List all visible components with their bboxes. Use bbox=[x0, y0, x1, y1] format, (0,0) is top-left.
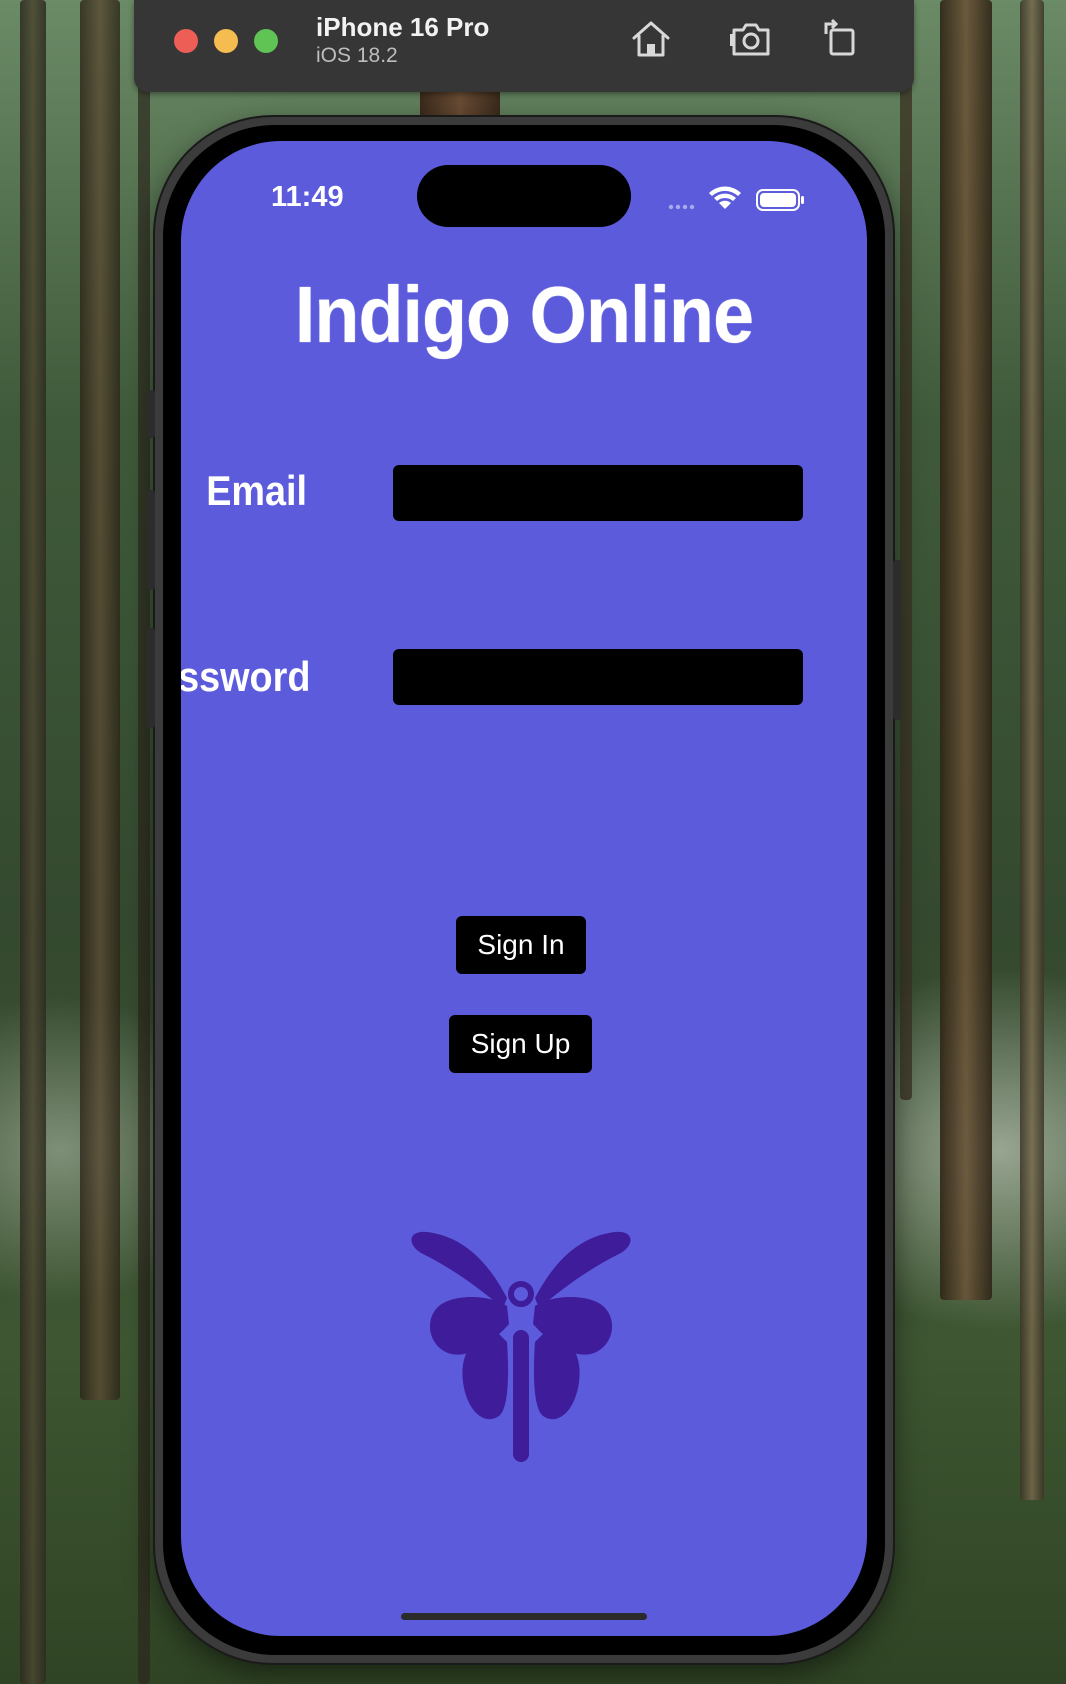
action-button bbox=[147, 390, 155, 438]
sign-in-button[interactable]: Sign In bbox=[456, 916, 586, 974]
password-field[interactable] bbox=[393, 649, 803, 705]
screenshot-camera-icon[interactable] bbox=[728, 16, 774, 62]
device-name: iPhone 16 Pro bbox=[316, 12, 490, 42]
email-field[interactable] bbox=[393, 465, 803, 521]
zoom-window-button[interactable] bbox=[254, 29, 278, 53]
cellular-signal-icon bbox=[668, 204, 695, 210]
phone-screen: 11:49 Indigo Online Email Password Sign … bbox=[181, 141, 867, 1636]
minimize-window-button[interactable] bbox=[214, 29, 238, 53]
volume-up-button bbox=[147, 490, 155, 590]
close-window-button[interactable] bbox=[174, 29, 198, 53]
butterfly-logo-icon bbox=[411, 1231, 631, 1462]
status-icons bbox=[667, 185, 807, 215]
app-title: Indigo Online bbox=[294, 270, 754, 359]
email-label: Email bbox=[206, 467, 307, 514]
battery-icon bbox=[756, 189, 804, 211]
sign-up-button[interactable]: Sign Up bbox=[449, 1015, 592, 1073]
power-button bbox=[893, 560, 901, 720]
wifi-icon bbox=[709, 186, 741, 209]
dynamic-island bbox=[417, 165, 631, 227]
volume-down-button bbox=[147, 628, 155, 728]
status-time: 11:49 bbox=[271, 181, 344, 213]
home-icon[interactable] bbox=[628, 16, 674, 62]
simulator-title-bar: iPhone 16 Pro iOS 18.2 bbox=[134, 0, 914, 92]
home-indicator[interactable] bbox=[401, 1613, 647, 1620]
password-label: Password bbox=[181, 653, 310, 700]
os-version: iOS 18.2 bbox=[316, 44, 398, 67]
rotate-icon[interactable] bbox=[818, 16, 864, 62]
